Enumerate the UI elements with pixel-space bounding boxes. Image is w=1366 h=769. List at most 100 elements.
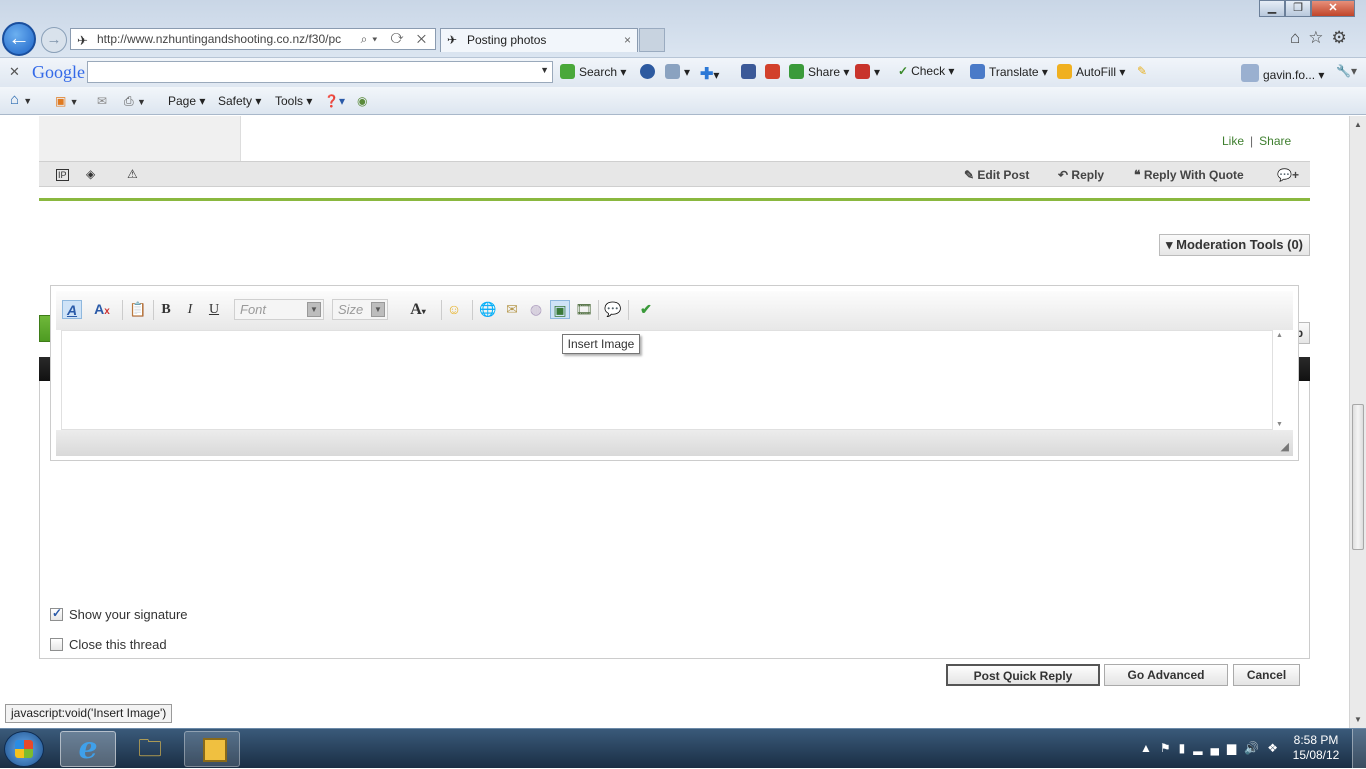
quote-icon[interactable]: 💬: [603, 300, 623, 319]
close-toolbar-icon[interactable]: ✕: [9, 64, 20, 80]
reply-with-quote-button[interactable]: ❝ Reply With Quote: [1134, 168, 1244, 182]
popup-icon[interactable]: ▾: [665, 64, 690, 79]
gear-icon[interactable]: ⚙: [1332, 28, 1355, 47]
report-warning-icon[interactable]: ⚠: [127, 167, 138, 181]
underline-icon[interactable]: U: [204, 300, 224, 319]
restore-button[interactable]: ❐: [1285, 0, 1311, 17]
facebook-icon[interactable]: [741, 64, 760, 79]
paste-icon[interactable]: 📋: [128, 300, 148, 319]
font-select[interactable]: Font ▼: [234, 299, 324, 320]
volume-icon[interactable]: 🔊: [1244, 741, 1267, 755]
page-scrollbar[interactable]: ▲ ▼: [1349, 116, 1366, 728]
spellcheck-icon[interactable]: ✔: [636, 300, 656, 319]
tab-close-icon[interactable]: ×: [624, 29, 631, 51]
go-advanced-button[interactable]: Go Advanced: [1104, 664, 1228, 686]
taskbar-clock[interactable]: 8:58 PM 15/08/12: [1286, 733, 1346, 763]
start-button[interactable]: [4, 731, 44, 767]
address-controls[interactable]: ⌕▾ ⟳ ✕: [361, 29, 431, 49]
clock-date: 15/08/12: [1292, 748, 1340, 762]
translate-button[interactable]: Translate ▾: [970, 64, 1048, 79]
scroll-up-icon[interactable]: ▲: [1354, 120, 1362, 129]
back-button[interactable]: ←: [2, 22, 36, 56]
forward-button[interactable]: →: [41, 27, 67, 53]
moderation-tools-dropdown[interactable]: ▾ Moderation Tools (0): [1159, 234, 1310, 256]
research-icon[interactable]: ◉: [357, 94, 367, 108]
chevron-down-icon[interactable]: ▼: [540, 65, 549, 75]
check-button[interactable]: ✓ Check ▾: [898, 64, 954, 78]
cancel-button[interactable]: Cancel: [1233, 664, 1300, 686]
google-search-input[interactable]: ▼: [87, 61, 553, 83]
google-plus-icon[interactable]: [765, 64, 784, 79]
multi-quote-icon[interactable]: 💬+: [1277, 168, 1299, 182]
ip-icon[interactable]: IP: [56, 169, 69, 181]
globe-icon[interactable]: [640, 64, 659, 79]
address-bar[interactable]: ✈ http://www.nzhuntingandshooting.co.nz/…: [70, 28, 436, 50]
scroll-thumb[interactable]: [1352, 404, 1364, 550]
show-hidden-icons[interactable]: ▲: [1140, 741, 1160, 755]
favorites-star-icon[interactable]: ☆: [1308, 28, 1331, 47]
insert-email-icon[interactable]: ✉: [502, 300, 522, 319]
edit-post-button[interactable]: ✎ Edit Post: [964, 168, 1029, 182]
page-menu[interactable]: Page ▾: [168, 94, 205, 108]
show-signature-checkbox[interactable]: [50, 606, 63, 621]
smilies-icon[interactable]: ☺: [444, 300, 464, 319]
post-quick-reply-button[interactable]: Post Quick Reply: [946, 664, 1100, 686]
mail-icon[interactable]: ✉: [97, 94, 107, 108]
wrench-icon[interactable]: 🔧▾: [1336, 64, 1357, 78]
taskbar-app[interactable]: [184, 731, 240, 767]
tab-posting-photos[interactable]: ✈ Posting photos ×: [440, 28, 638, 52]
size-select[interactable]: Size ▼: [332, 299, 388, 320]
insert-image-icon[interactable]: ▣: [550, 300, 570, 319]
wysiwyg-mode-icon[interactable]: A: [62, 300, 82, 319]
google-account-button[interactable]: gavin.fo... ▾: [1241, 64, 1324, 82]
bold-icon[interactable]: B: [156, 300, 176, 319]
home-icon[interactable]: ⌂: [1290, 28, 1308, 47]
minimize-button[interactable]: ▁: [1259, 0, 1285, 17]
help-icon[interactable]: ❓▾: [324, 94, 345, 108]
dropbox-icon[interactable]: ❖: [1267, 741, 1286, 755]
network-signal-icon[interactable]: ▂▄▆: [1193, 741, 1244, 755]
google-logo: Google: [32, 62, 85, 82]
like-link[interactable]: Like: [1222, 134, 1244, 148]
share-icon: [789, 64, 804, 79]
home-icon[interactable]: ⌂ ▼: [10, 91, 32, 108]
share-link[interactable]: Share: [1259, 134, 1291, 148]
status-bar-url: javascript:void('Insert Image'): [5, 704, 173, 723]
reputation-icon[interactable]: ◈: [86, 167, 95, 181]
google-search-button[interactable]: Search ▾: [560, 64, 626, 79]
action-center-flag-icon[interactable]: ⚑: [1160, 741, 1179, 755]
remove-format-icon[interactable]: Ax: [92, 300, 112, 319]
tab-favicon: ✈: [447, 33, 458, 47]
italic-icon[interactable]: I: [180, 300, 200, 319]
feeds-icon[interactable]: ▣ ▼: [55, 94, 79, 108]
reply-arrow-icon: ↶: [1058, 168, 1069, 182]
close-thread-label: Close this thread: [69, 637, 167, 652]
reply-button[interactable]: ↶ Reply: [1058, 168, 1104, 182]
share-button[interactable]: Share ▾: [789, 64, 849, 79]
print-icon[interactable]: ⎙ ▼: [124, 94, 146, 109]
remove-link-icon[interactable]: ◍: [526, 300, 546, 319]
font-color-icon[interactable]: A▾: [403, 300, 433, 319]
translate-page-icon[interactable]: ▾: [855, 64, 880, 79]
highlighter-icon[interactable]: ✎: [1137, 64, 1147, 78]
show-desktop-button[interactable]: [1352, 729, 1366, 769]
scroll-down-icon[interactable]: ▼: [1354, 715, 1362, 724]
safety-menu[interactable]: Safety ▾: [218, 94, 261, 108]
insert-video-icon[interactable]: 🎞: [574, 300, 594, 319]
message-textarea[interactable]: [61, 330, 1273, 430]
resize-grip-icon[interactable]: ◢: [1281, 440, 1289, 453]
editor-scrollbar[interactable]: ▲ ▼: [1273, 330, 1287, 430]
editor-toolbar: A Ax 📋 B I U Font ▼ Size ▼ A▾ ☺ 🌐 ✉ ◍ ▣ 🎞 …: [56, 291, 1293, 330]
close-thread-checkbox[interactable]: [50, 638, 63, 651]
autofill-button[interactable]: AutoFill ▾: [1057, 64, 1125, 79]
close-button[interactable]: ✕: [1311, 0, 1355, 17]
taskbar-explorer-folder[interactable]: 🗀: [122, 731, 178, 767]
add-button-icon[interactable]: ✚▾: [700, 64, 719, 84]
system-tray: ▲⚑▮▂▄▆🔊❖: [1140, 741, 1286, 755]
new-tab-button[interactable]: [639, 28, 665, 52]
insert-link-icon[interactable]: 🌐: [478, 300, 498, 319]
tools-menu[interactable]: Tools ▾: [275, 94, 312, 108]
power-icon[interactable]: ▮: [1179, 741, 1194, 755]
command-bar: ⌂ ▼ ▣ ▼ ✉ ⎙ ▼ Page ▾ Safety ▾ Tools ▾ ❓▾…: [0, 87, 1366, 115]
taskbar-internet-explorer[interactable]: e: [60, 731, 116, 767]
